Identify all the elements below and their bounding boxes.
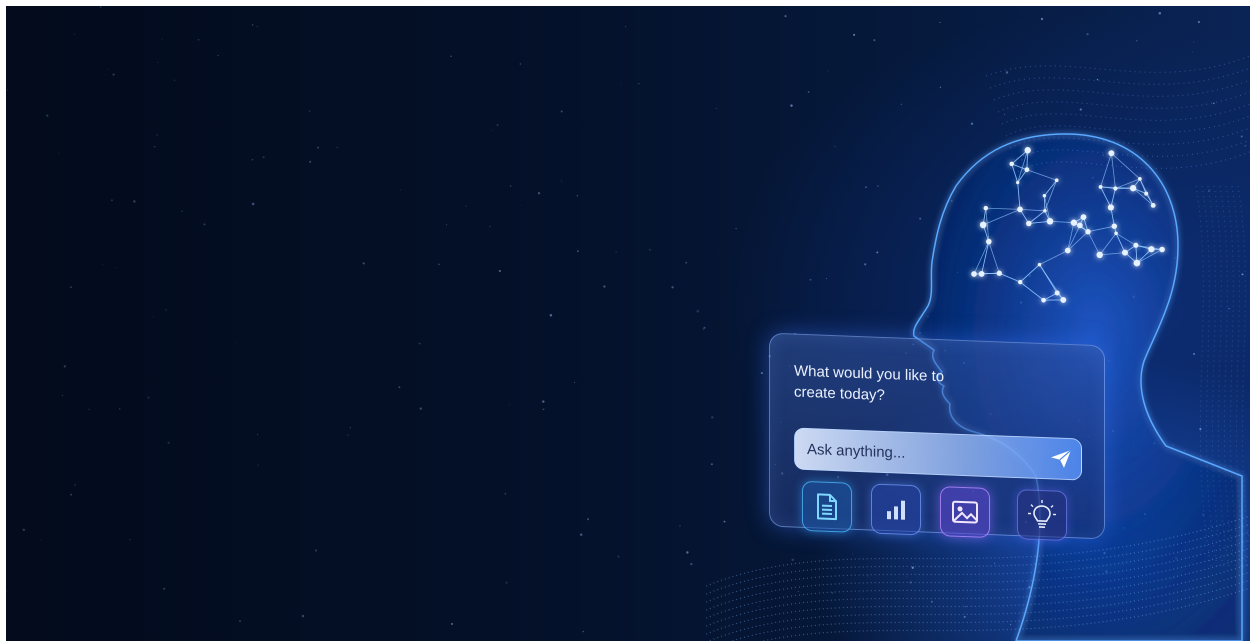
document-tool-button[interactable] [802,480,852,533]
ai-head-illustration [705,55,1250,641]
bar-chart-icon [887,500,905,520]
hero-background: What would you like to create today? [6,6,1250,641]
ask-input[interactable] [794,427,1082,481]
image-icon [952,500,978,524]
lightbulb-icon [1028,500,1056,528]
chart-tool-button[interactable] [871,483,921,536]
image-tool-button[interactable] [940,486,990,539]
prompt-title: What would you like to create today? [794,362,945,404]
idea-tool-button[interactable] [1017,489,1067,541]
send-icon [1051,449,1072,468]
document-icon [817,493,837,521]
prompt-card: What would you like to create today? [769,332,1105,541]
send-button[interactable] [1046,444,1076,473]
